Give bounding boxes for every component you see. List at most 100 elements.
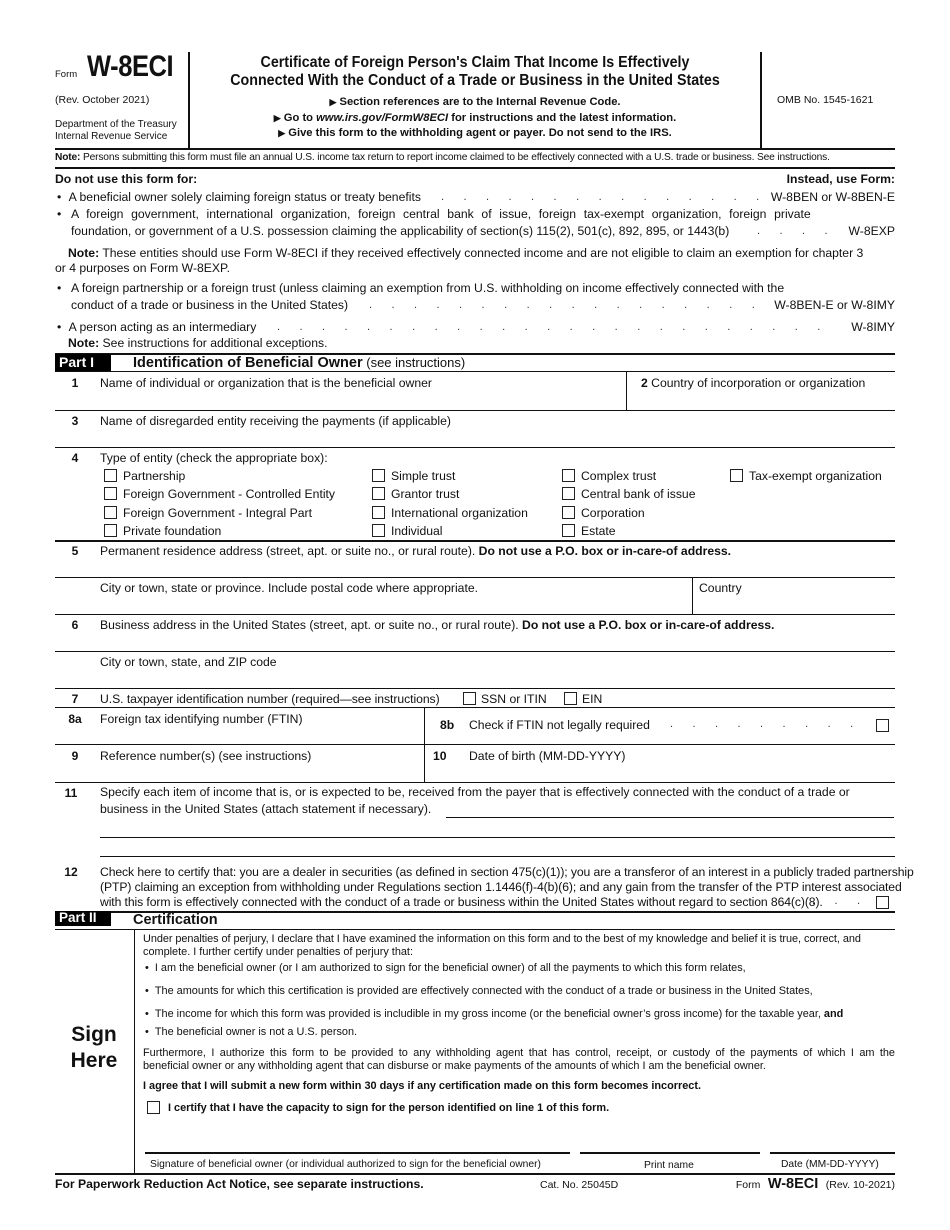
form-revision: (Rev. October 2021): [55, 94, 150, 106]
residence-city-field[interactable]: [100, 596, 685, 614]
line8b-label: Check if FTIN not legally required: [469, 718, 650, 732]
ptp-dealer-certify-checkbox[interactable]: [876, 896, 889, 909]
income-items-line2[interactable]: [100, 837, 895, 838]
part2-title: Certification: [133, 912, 218, 928]
line-number-10: 10: [433, 749, 447, 763]
entity-simple-trust-label: Simple trust: [391, 469, 456, 483]
residence-city-input[interactable]: [100, 596, 685, 614]
footer-form-id: Form W-8ECI (Rev. 10-2021): [735, 1176, 895, 1192]
entity-foreign-gov-controlled-checkbox[interactable]: [104, 487, 117, 500]
entity-estate-checkbox[interactable]: [562, 524, 575, 537]
dot-leader: . . . . .: [757, 225, 837, 237]
print-name-field[interactable]: [580, 1138, 760, 1154]
income-items-input[interactable]: [446, 800, 894, 818]
alternate-form: W-8EXP: [848, 224, 895, 238]
signature-label: Signature of beneficial owner (or indivi…: [150, 1159, 541, 1170]
ftin-field[interactable]: [100, 727, 420, 745]
entity-tax-exempt-checkbox[interactable]: [730, 469, 743, 482]
instead-use-heading: Instead, use Form:: [786, 172, 895, 186]
reference-numbers-input[interactable]: [100, 764, 420, 782]
income-items-line3[interactable]: [100, 856, 895, 857]
entity-foreign-gov-controlled-label: Foreign Government - Controlled Entity: [123, 487, 336, 501]
rule-line9-bottom: [55, 782, 895, 783]
paperwork-notice: For Paperwork Reduction Act Notice, see …: [55, 1177, 424, 1191]
entity-partnership-label: Partnership: [123, 469, 186, 483]
bullet-icon: •: [145, 1008, 149, 1020]
alternate-form: W-8BEN-E or W-8IMY: [774, 298, 895, 312]
signature-date-field[interactable]: [770, 1138, 895, 1154]
dot-leader: . . . .: [812, 895, 870, 907]
ftin-input[interactable]: [100, 727, 420, 745]
us-tin-input[interactable]: [610, 690, 890, 708]
us-tin-field[interactable]: [610, 690, 890, 708]
entity-central-bank-checkbox[interactable]: [562, 487, 575, 500]
residence-address-input[interactable]: [100, 559, 890, 577]
signature-date-input[interactable]: [770, 1140, 895, 1154]
line-number-9: 9: [71, 749, 79, 763]
line1-label: Name of individual or organization that …: [100, 376, 432, 390]
residence-address-field[interactable]: [100, 559, 890, 577]
signature-input[interactable]: [145, 1140, 570, 1154]
entity-private-foundation-checkbox[interactable]: [104, 524, 117, 537]
cert-bullet-not-us-person: • The beneficial owner is not a U.S. per…: [145, 1026, 358, 1038]
disregarded-entity-field[interactable]: [100, 429, 890, 447]
entity-grantor-trust-checkbox[interactable]: [372, 487, 385, 500]
capacity-to-sign-checkbox[interactable]: [147, 1101, 160, 1114]
divider-city-country: [692, 578, 693, 615]
rule-header-bottom: [55, 148, 895, 150]
entity-corporation-checkbox[interactable]: [562, 506, 575, 519]
tin-ein-checkbox[interactable]: [564, 692, 577, 705]
rule-line6-city-bottom: [55, 688, 895, 689]
line7-label: U.S. taxpayer identification number (req…: [100, 692, 440, 706]
date-of-birth-field[interactable]: [469, 764, 889, 782]
beneficial-owner-name-input[interactable]: [100, 391, 620, 409]
bullet-icon: •: [57, 281, 62, 295]
signature-field[interactable]: [145, 1138, 570, 1154]
residence-country-input[interactable]: [699, 596, 891, 614]
tin-ssn-itin-checkbox[interactable]: [463, 692, 476, 705]
part1-title: Identification of Beneficial Owner (see …: [133, 355, 466, 371]
entity-simple-trust-checkbox[interactable]: [372, 469, 385, 482]
do-not-use-heading: Do not use this form for:: [55, 172, 198, 186]
exclusion-item-foreign-gov: • A foreign government, international or…: [57, 207, 895, 238]
entity-partnership-checkbox[interactable]: [104, 469, 117, 482]
print-name-input[interactable]: [580, 1140, 760, 1154]
agency-name: Internal Revenue Service: [55, 131, 168, 142]
date-of-birth-input[interactable]: [469, 764, 889, 782]
arrow-icon: ▶: [278, 128, 286, 138]
entity-grantor-trust-label: Grantor trust: [391, 487, 460, 501]
part2-badge: Part II: [55, 911, 111, 926]
tin-ein-label: EIN: [582, 692, 603, 706]
rule-line7-bottom: [55, 707, 895, 708]
note-exceptions: Note: See instructions for additional ex…: [68, 336, 328, 350]
residence-country-field[interactable]: [699, 596, 891, 614]
country-incorporation-input[interactable]: [641, 391, 891, 409]
income-items-field[interactable]: [446, 800, 894, 818]
disregarded-entity-input[interactable]: [100, 429, 890, 447]
alternate-form: W-8BEN or W-8BEN-E: [770, 190, 895, 204]
form-title-block: Certificate of Foreign Person's Claim Th…: [190, 52, 760, 148]
irs-website-link[interactable]: www.irs.gov/FormW8ECI: [316, 112, 448, 124]
rule-line6-bottom: [55, 651, 895, 652]
entity-international-org-checkbox[interactable]: [372, 506, 385, 519]
exclusion-item-treaty: • A beneficial owner solely claiming for…: [57, 190, 895, 204]
us-business-address-field[interactable]: [100, 633, 890, 651]
reference-numbers-field[interactable]: [100, 764, 420, 782]
exclusion-item-partnership: • A foreign partnership or a foreign tru…: [57, 281, 895, 312]
bullet-icon: •: [145, 985, 149, 997]
us-business-address-input[interactable]: [100, 633, 890, 651]
catalog-number: Cat. No. 25045D: [540, 1179, 619, 1191]
line3-label: Name of disregarded entity receiving the…: [100, 414, 451, 428]
us-city-input[interactable]: [100, 670, 890, 688]
line12-label-line3: with this form is effectively connected …: [100, 895, 823, 909]
cert-bullet-includible-income: • The income for which this form was pro…: [145, 1008, 844, 1020]
entity-complex-trust-checkbox[interactable]: [562, 469, 575, 482]
country-incorporation-field[interactable]: [641, 391, 891, 409]
beneficial-owner-name-field[interactable]: [100, 391, 620, 409]
rule-line8-bottom: [55, 744, 895, 745]
ftin-not-required-checkbox[interactable]: [876, 719, 889, 732]
entity-individual-checkbox[interactable]: [372, 524, 385, 537]
entity-foreign-gov-integral-checkbox[interactable]: [104, 506, 117, 519]
line-number-3: 3: [71, 414, 79, 428]
us-city-field[interactable]: [100, 670, 890, 688]
